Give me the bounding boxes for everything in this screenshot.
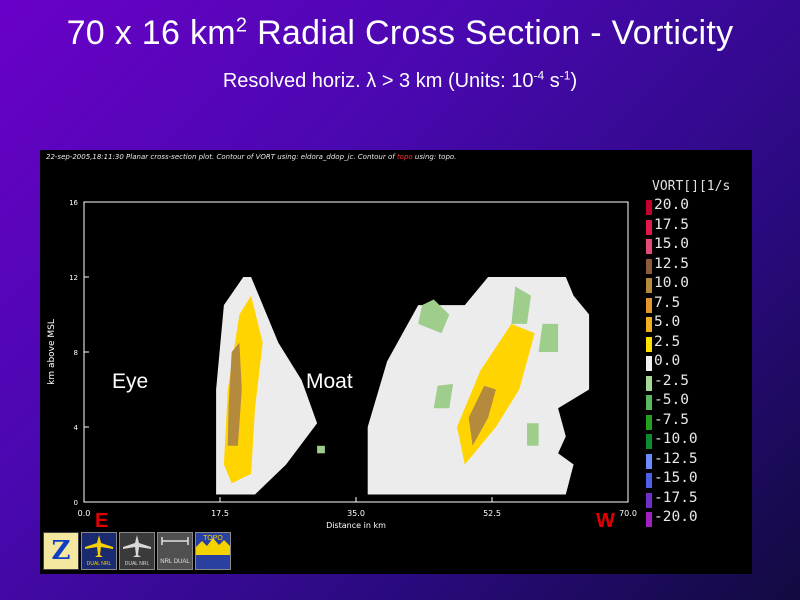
legend-entry: -17.5 [646, 490, 752, 509]
plot-panel: 22-sep-2005,18:11:30 Planar cross-sectio… [40, 150, 752, 574]
legend-swatch [646, 200, 652, 215]
legend-swatch [646, 278, 652, 293]
legend-swatch [646, 512, 652, 527]
z-logo-text: Z [51, 536, 71, 566]
x-tick-label: 70.0 [619, 509, 637, 518]
legend-value: 15.0 [654, 236, 689, 252]
legend-value: 10.0 [654, 275, 689, 291]
negative-vorticity-patch-5 [317, 445, 325, 454]
legend-swatch [646, 356, 652, 371]
legend-entry: -20.0 [646, 509, 752, 528]
legend-value: -12.5 [654, 450, 698, 467]
legend-value: 2.5 [654, 333, 681, 350]
nrl-dual-icon[interactable]: NRL DUAL [157, 532, 193, 570]
aircraft-icon [85, 535, 113, 557]
legend-value: -15.0 [654, 470, 698, 486]
legend-swatch [646, 336, 652, 352]
legend-swatch [646, 258, 652, 274]
x-tick-label: 17.5 [211, 509, 229, 518]
slide-title: 70 x 16 km2 Radial Cross Section - Vorti… [66, 14, 734, 52]
legend-entry: 0.0 [646, 353, 752, 372]
y-tick-label: 16 [69, 199, 78, 207]
x-tick-label: 0.0 [78, 509, 91, 518]
negative-vorticity-patch-4 [527, 423, 539, 446]
legend-swatch [646, 414, 652, 430]
legend-entry: 5.0 [646, 314, 752, 333]
aircraft-dual-nrl-icon-1[interactable]: DUAL NRL [81, 532, 117, 570]
x-axis-label: Distance in km [326, 521, 386, 530]
legend-swatch [646, 473, 652, 488]
legend-value: -2.5 [654, 372, 689, 389]
x-tick-label: 35.0 [347, 509, 365, 518]
aircraft-dual-nrl-icon-2[interactable]: DUAL NRL [119, 532, 155, 570]
legend-title: VORT[][1/s [652, 179, 731, 194]
legend-entry: 15.0 [646, 236, 752, 255]
terrain-icon [196, 538, 230, 555]
legend-entry: 10.0 [646, 275, 752, 294]
west-label: W [596, 510, 615, 532]
legend-value: -17.5 [654, 489, 698, 506]
legend-entry: 20.0 [646, 197, 752, 216]
y-axis-label: km above MSL [47, 319, 57, 385]
east-label: E [95, 510, 109, 532]
legend-value: -5.0 [654, 392, 689, 408]
legend-entry: 12.5 [646, 256, 752, 275]
legend-swatch [646, 297, 652, 313]
legend-value: 5.0 [654, 314, 681, 330]
logo-caption-1: DUAL NRL [86, 561, 112, 567]
legend-value: -10.0 [654, 431, 698, 447]
logo-caption-2: DUAL NRL [124, 561, 150, 567]
y-tick-label: 4 [74, 424, 79, 432]
legend-swatch [646, 239, 652, 254]
legend-swatch [646, 434, 652, 449]
legend-entry: -7.5 [646, 412, 752, 431]
legend-entry: -5.0 [646, 392, 752, 411]
legend-swatch [646, 492, 652, 508]
legend-entry: 2.5 [646, 334, 752, 353]
legend-entry: -10.0 [646, 431, 752, 450]
legend-value: 7.5 [654, 294, 681, 311]
z-logo-icon[interactable]: Z [43, 532, 79, 570]
legend-swatch [646, 317, 652, 332]
topo-icon[interactable]: TOPO [195, 532, 231, 570]
legend-swatch [646, 375, 652, 391]
legend-swatch [646, 219, 652, 235]
legend-value: -7.5 [654, 411, 689, 428]
legend-value: -20.0 [654, 509, 698, 525]
slide-subtitle: Resolved horiz. λ > 3 km (Units: 10-4 s-… [222, 68, 578, 92]
y-tick-label: 0 [74, 499, 78, 507]
legend-value: 0.0 [654, 353, 681, 369]
legend-swatch [646, 453, 652, 469]
legend-entry: 7.5 [646, 295, 752, 314]
legend-value: 20.0 [654, 197, 689, 213]
y-tick-label: 12 [69, 274, 78, 282]
logo-caption-3: NRL DUAL [160, 559, 190, 565]
legend-entry: -12.5 [646, 451, 752, 470]
legend-value: 12.5 [654, 255, 689, 272]
eye-label: Eye [112, 370, 149, 393]
bracket-icon [161, 537, 189, 545]
legend-swatch [646, 395, 652, 410]
legend-entry: -15.0 [646, 470, 752, 489]
legend-entry: -2.5 [646, 373, 752, 392]
x-tick-label: 52.5 [483, 509, 501, 518]
y-tick-label: 8 [74, 349, 78, 357]
legend-value: 17.5 [654, 216, 689, 233]
legend-entry: 17.5 [646, 217, 752, 236]
plot-area [216, 277, 590, 495]
aircraft-icon [123, 535, 151, 557]
moat-label: Moat [306, 370, 353, 393]
